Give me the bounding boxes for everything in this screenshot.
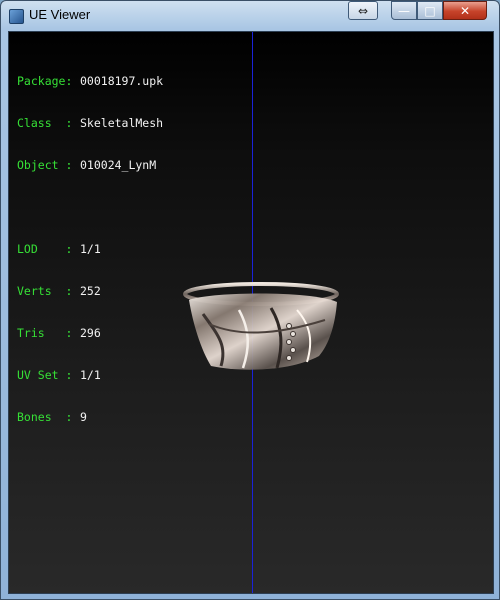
resize-button[interactable]: ⇔ (348, 1, 378, 20)
info-row-object: Object : 010024_LynM (17, 158, 163, 172)
info-value: 1/1 (80, 368, 101, 382)
info-row-tris: Tris : 296 (17, 326, 163, 340)
info-value: 00018197.upk (80, 74, 164, 88)
info-label: Class : (17, 116, 73, 130)
info-label: Tris : (17, 326, 73, 340)
app-icon (9, 9, 24, 24)
ue-viewer-window: UE Viewer ⇔ — □ ✕ Package: 00018197.upk … (0, 0, 500, 600)
close-icon: ✕ (459, 3, 471, 18)
window-title: UE Viewer (29, 7, 91, 22)
info-label: Package: (17, 74, 73, 88)
info-row-class: Class : SkeletalMesh (17, 116, 163, 130)
info-label: Verts : (17, 284, 73, 298)
info-value: 296 (80, 326, 101, 340)
minimize-button[interactable]: — (391, 1, 417, 20)
info-row-uvset: UV Set : 1/1 (17, 368, 163, 382)
info-value: 1/1 (80, 242, 101, 256)
info-label: Bones : (17, 410, 73, 424)
info-label: Object : (17, 158, 73, 172)
maximize-button[interactable]: □ (417, 1, 443, 20)
info-row-verts: Verts : 252 (17, 284, 163, 298)
info-label: UV Set : (17, 368, 73, 382)
info-row-bones: Bones : 9 (17, 410, 163, 424)
info-row-package: Package: 00018197.upk (17, 74, 163, 88)
info-value: SkeletalMesh (80, 116, 164, 130)
close-button[interactable]: ✕ (443, 1, 487, 20)
info-value: 252 (80, 284, 101, 298)
skeletal-mesh-model (183, 282, 339, 370)
title-bar[interactable]: UE Viewer ⇔ — □ ✕ (1, 1, 499, 31)
maximize-icon: □ (424, 3, 436, 18)
mesh-info-overlay: Package: 00018197.upk Class : SkeletalMe… (17, 46, 163, 452)
info-row-lod: LOD : 1/1 (17, 242, 163, 256)
3d-viewport[interactable]: Package: 00018197.upk Class : SkeletalMe… (8, 31, 494, 594)
info-value: 9 (80, 410, 87, 424)
info-label: LOD : (17, 242, 73, 256)
minimize-icon: — (398, 3, 410, 18)
info-value: 010024_LynM (80, 158, 157, 172)
